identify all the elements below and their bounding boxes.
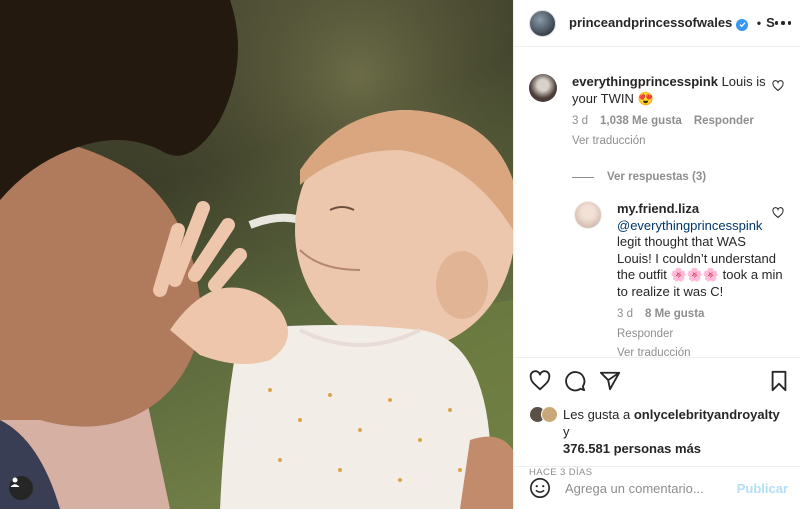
comment-meta: 3 d 1,038 Me gusta Responder <box>572 113 784 130</box>
author-username-text[interactable]: princeandprincessofwales <box>569 15 732 30</box>
reply-translate-button[interactable]: Ver traducción <box>617 345 784 357</box>
author-username[interactable]: princeandprincessofwales • S <box>569 15 775 31</box>
commenter-username[interactable]: everythingprincesspink <box>572 74 718 89</box>
translate-button[interactable]: Ver traducción <box>572 133 784 150</box>
replier-avatar[interactable] <box>574 201 602 229</box>
like-comment-heart-icon[interactable] <box>772 80 784 92</box>
save-bookmark-icon[interactable] <box>769 370 789 392</box>
comment-bubble-icon[interactable] <box>564 370 586 392</box>
likes-count[interactable]: 376.581 personas más <box>563 441 701 456</box>
post-side-panel: princeandprincessofwales • S everythingpr… <box>513 0 800 509</box>
comment-item: everythingprincesspink Louis is your TWI… <box>529 74 784 149</box>
likes-prefix: Les gusta a <box>563 407 631 422</box>
tagged-user-icon[interactable] <box>9 476 33 500</box>
post-comment-button[interactable]: Publicar <box>737 481 788 496</box>
comment-input[interactable]: Agrega un comentario... <box>565 481 737 496</box>
likes-summary: Les gusta a onlycelebrityandroyalty y 37… <box>529 406 789 457</box>
like-heart-icon[interactable] <box>529 370 551 392</box>
reply-likes[interactable]: 8 Me gusta <box>645 308 704 320</box>
replier-username[interactable]: my.friend.liza <box>617 201 699 216</box>
reply-reply-button[interactable]: Responder <box>617 326 784 343</box>
reply-time[interactable]: 3 d <box>617 308 633 320</box>
reply-item: my.friend.liza @everythingprincesspink l… <box>574 201 784 357</box>
likers-avatars[interactable] <box>529 406 560 423</box>
emoji-icon[interactable] <box>529 477 551 499</box>
like-reply-heart-icon[interactable] <box>772 207 784 219</box>
likes-conj: y <box>563 424 570 439</box>
separator: • <box>756 16 762 31</box>
commenter-avatar[interactable] <box>529 74 557 102</box>
verified-badge-icon <box>736 18 749 31</box>
post-actions: Les gusta a onlycelebrityandroyalty y 37… <box>514 357 800 478</box>
reply-button[interactable]: Responder <box>694 115 754 127</box>
comment-likes[interactable]: 1,038 Me gusta <box>600 115 682 127</box>
author-avatar[interactable] <box>529 9 556 37</box>
reply-text: legit thought that WAS Louis! I couldn’t… <box>617 234 783 299</box>
comment-time[interactable]: 3 d <box>572 115 588 127</box>
post-photo[interactable] <box>0 0 513 509</box>
liker-username[interactable]: onlycelebrityandroyalty <box>634 407 780 422</box>
view-replies-button[interactable]: Ver respuestas (3) <box>572 171 784 183</box>
photo-illustration <box>0 0 513 509</box>
more-options-icon[interactable] <box>774 21 792 25</box>
post-header: princeandprincessofwales • S <box>514 0 800 47</box>
follow-button[interactable]: S <box>766 15 775 30</box>
comments-list: everythingprincesspink Louis is your TWI… <box>514 47 800 357</box>
share-send-icon[interactable] <box>599 370 621 392</box>
add-comment-bar: Agrega un comentario... Publicar <box>514 466 800 509</box>
reply-mention[interactable]: @everythingprincesspink <box>617 218 762 233</box>
reply-meta: 3 d 8 Me gusta <box>617 306 784 323</box>
